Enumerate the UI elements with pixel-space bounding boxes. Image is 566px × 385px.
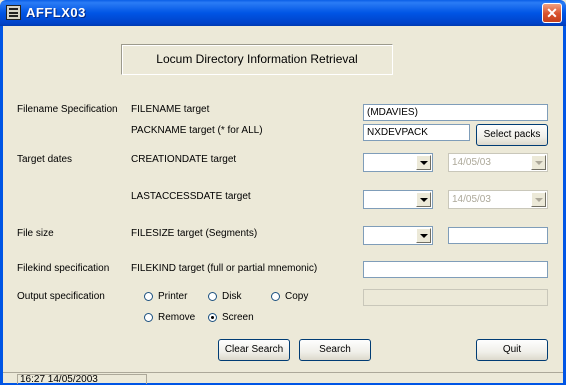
chevron-down-icon[interactable] bbox=[416, 228, 431, 243]
select-packs-button[interactable]: Select packs bbox=[476, 124, 548, 146]
output-radio-remove[interactable]: Remove bbox=[144, 312, 195, 323]
chevron-down-icon[interactable] bbox=[416, 155, 431, 170]
lastaccessdate-date-value: 14/05/03 bbox=[452, 194, 491, 205]
header-panel: Locum Directory Information Retrieval bbox=[121, 44, 393, 75]
filekind-target-input[interactable] bbox=[363, 261, 548, 278]
radio-indicator[interactable] bbox=[271, 292, 280, 301]
status-timestamp: 16:27 14/05/2003 bbox=[17, 374, 147, 384]
output-radio-remove-label: Remove bbox=[158, 312, 196, 323]
header-title: Locum Directory Information Retrieval bbox=[156, 52, 358, 66]
window-frame-left bbox=[0, 26, 3, 385]
section-label-filekind: Filekind specification bbox=[17, 263, 110, 274]
window-title: AFFLX03 bbox=[26, 5, 86, 20]
lastaccessdate-operator-select[interactable] bbox=[363, 190, 433, 209]
output-radio-screen-label: Screen bbox=[222, 312, 254, 323]
radio-indicator-selected[interactable] bbox=[208, 313, 217, 322]
packname-target-input[interactable]: NXDEVPACK bbox=[363, 124, 470, 141]
filename-target-input[interactable]: (MDAVIES) bbox=[363, 104, 548, 121]
app-window-icon[interactable] bbox=[6, 5, 21, 20]
filekind-target-label: FILEKIND target (full or partial mnemoni… bbox=[131, 263, 318, 274]
title-bar: AFFLX03 ✕ bbox=[0, 0, 566, 26]
clear-search-button[interactable]: Clear Search bbox=[218, 339, 290, 361]
filename-target-label: FILENAME target bbox=[131, 104, 210, 115]
radio-indicator[interactable] bbox=[144, 292, 153, 301]
radio-indicator[interactable] bbox=[208, 292, 217, 301]
chevron-down-icon[interactable] bbox=[531, 192, 546, 207]
output-radio-disk[interactable]: Disk bbox=[208, 291, 241, 302]
lastaccessdate-date-select[interactable]: 14/05/03 bbox=[448, 190, 548, 209]
quit-button[interactable]: Quit bbox=[476, 339, 548, 361]
status-bar: 16:27 14/05/2003 bbox=[3, 372, 563, 384]
close-button[interactable]: ✕ bbox=[542, 3, 562, 23]
search-button[interactable]: Search bbox=[299, 339, 371, 361]
output-radio-screen[interactable]: Screen bbox=[208, 312, 254, 323]
packname-target-label: PACKNAME target (* for ALL) bbox=[131, 125, 263, 136]
section-label-filesize: File size bbox=[17, 228, 54, 239]
chevron-down-icon[interactable] bbox=[531, 155, 546, 170]
creationdate-target-label: CREATIONDATE target bbox=[131, 154, 237, 165]
chevron-down-icon[interactable] bbox=[416, 192, 431, 207]
filesize-operator-select[interactable] bbox=[363, 226, 433, 245]
copy-target-input[interactable] bbox=[363, 289, 548, 306]
output-radio-printer-label: Printer bbox=[158, 291, 188, 302]
lastaccessdate-target-label: LASTACCESSDATE target bbox=[131, 191, 251, 202]
output-radio-copy[interactable]: Copy bbox=[271, 291, 308, 302]
output-radio-disk-label: Disk bbox=[222, 291, 242, 302]
section-label-filename: Filename Specification bbox=[17, 104, 118, 115]
section-label-dates: Target dates bbox=[17, 154, 73, 165]
filesize-target-input[interactable] bbox=[448, 227, 548, 244]
creationdate-date-select[interactable]: 14/05/03 bbox=[448, 153, 548, 172]
output-radio-copy-label: Copy bbox=[285, 291, 309, 302]
creationdate-date-value: 14/05/03 bbox=[452, 157, 491, 168]
filesize-target-label: FILESIZE target (Segments) bbox=[131, 228, 258, 239]
section-label-output: Output specification bbox=[17, 291, 105, 302]
creationdate-operator-select[interactable] bbox=[363, 153, 433, 172]
radio-indicator[interactable] bbox=[144, 313, 153, 322]
close-icon: ✕ bbox=[546, 5, 558, 21]
output-radio-printer[interactable]: Printer bbox=[144, 291, 187, 302]
